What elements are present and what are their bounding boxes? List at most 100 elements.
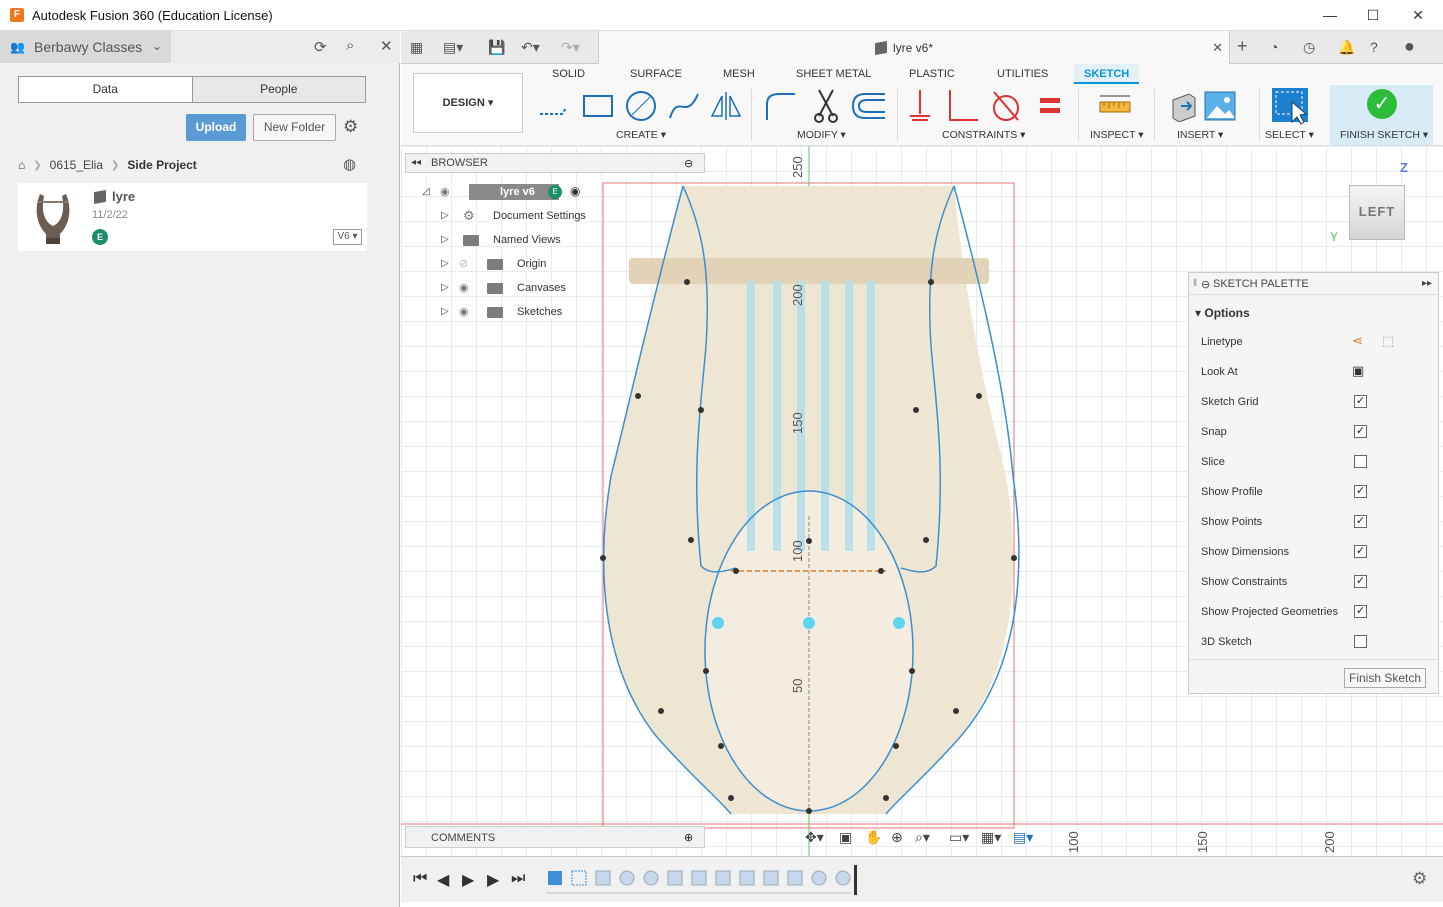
tab-utilities[interactable]: UTILITIES <box>997 68 1048 80</box>
collapse-icon[interactable]: ◂◂ <box>411 157 421 168</box>
tree-item-origin[interactable]: ▷ ⊘ Origin <box>441 255 601 275</box>
hidden-eye-icon[interactable]: ⊘ <box>459 257 468 270</box>
insert-derive-icon[interactable] <box>1172 93 1196 122</box>
home-icon[interactable]: ⌂ <box>18 158 25 172</box>
minimize-button[interactable]: — <box>1310 4 1350 26</box>
breadcrumb-folder[interactable]: Side Project <box>127 158 196 172</box>
step-forward-icon[interactable]: ▶ <box>487 870 499 890</box>
constraints-menu[interactable]: CONSTRAINTS ▾ <box>942 129 1025 141</box>
search-icon[interactable]: ⌕ <box>346 37 354 54</box>
team-selector[interactable]: 👥 Berbawy Classes ⌄ <box>0 31 171 63</box>
gear-icon[interactable]: ⚙ <box>1412 869 1427 889</box>
comments-panel[interactable]: COMMENTS ⊕ <box>405 826 705 848</box>
create-menu[interactable]: CREATE ▾ <box>616 129 666 141</box>
show-dimensions-checkbox[interactable]: ✓ <box>1354 545 1367 558</box>
insert-menu[interactable]: INSERT ▾ <box>1177 129 1223 141</box>
sketch-grid-checkbox[interactable]: ✓ <box>1354 395 1367 408</box>
select-tool-icon[interactable] <box>1270 86 1310 126</box>
avatar[interactable]: ● <box>1404 36 1415 57</box>
tab-people[interactable]: People <box>191 77 365 102</box>
refresh-icon[interactable]: ⟳ <box>314 38 327 56</box>
coincident-constraint-icon[interactable] <box>910 90 930 121</box>
tab-mesh[interactable]: MESH <box>723 68 755 80</box>
expand-triangle-icon[interactable]: ▷ <box>441 234 449 245</box>
new-folder-button[interactable]: New Folder <box>253 114 336 141</box>
rectangle-tool-icon[interactable] <box>583 95 613 117</box>
timeline-marker[interactable] <box>854 865 857 895</box>
mirror-tool-icon[interactable] <box>710 92 742 120</box>
gear-icon[interactable]: ⚙ <box>343 117 358 137</box>
show-constraints-checkbox[interactable]: ✓ <box>1354 575 1367 588</box>
plus-icon[interactable]: ⊕ <box>684 831 693 844</box>
sketch-palette-header[interactable]: ‖ ⊖ SKETCH PALETTE ▸▸ <box>1189 273 1438 295</box>
look-at-icon[interactable]: ▣ <box>1352 363 1364 379</box>
tree-root[interactable]: ◿ ◉ lyre v6 E ◉ <box>422 183 592 203</box>
workspace-switcher[interactable]: DESIGN ▾ <box>413 73 523 133</box>
fit-icon[interactable]: ⌕▾ <box>915 829 930 846</box>
job-status-icon[interactable]: ◷ <box>1303 39 1315 56</box>
offset-tool-icon[interactable] <box>851 93 885 119</box>
step-back-icon[interactable]: ◀ <box>437 870 449 890</box>
tree-item-canvases[interactable]: ▷ ◉ Canvases <box>441 279 601 299</box>
tab-surface[interactable]: SURFACE <box>630 68 682 80</box>
drag-handle-icon[interactable]: ‖ <box>1193 278 1197 289</box>
options-section[interactable]: ▾ Options <box>1195 306 1250 320</box>
centerline-linetype-icon[interactable]: ⬚ <box>1382 333 1394 349</box>
go-to-start-icon[interactable]: ⏮ <box>413 870 427 888</box>
visibility-eye-icon[interactable]: ◉ <box>459 281 469 294</box>
snap-checkbox[interactable]: ✓ <box>1354 425 1367 438</box>
activate-radio-icon[interactable]: ◉ <box>570 184 580 198</box>
orbit-icon[interactable]: ✥▾ <box>805 829 824 846</box>
show-profile-checkbox[interactable]: ✓ <box>1354 485 1367 498</box>
save-icon[interactable]: 💾 <box>488 39 505 56</box>
pan-icon[interactable]: ✋ <box>865 829 882 846</box>
breadcrumb-project[interactable]: 0615_Elia <box>50 158 103 172</box>
visibility-eye-icon[interactable]: ◉ <box>459 305 469 318</box>
equal-constraint-icon[interactable] <box>1040 98 1060 113</box>
select-menu[interactable]: SELECT ▾ <box>1265 129 1314 141</box>
show-points-checkbox[interactable]: ✓ <box>1354 515 1367 528</box>
browser-panel-header[interactable]: ◂◂ BROWSER ⊖ <box>405 153 705 173</box>
expand-triangle-icon[interactable]: ▷ <box>441 258 449 269</box>
tab-solid[interactable]: SOLID <box>552 68 585 80</box>
tab-plastic[interactable]: PLASTIC <box>909 68 955 80</box>
globe-icon[interactable]: ◍ <box>343 155 356 173</box>
show-projected-geometries-checkbox[interactable]: ✓ <box>1354 605 1367 618</box>
file-menu-icon[interactable]: ▤▾ <box>443 39 463 56</box>
minus-icon[interactable]: ⊖ <box>684 157 693 170</box>
tree-item-sketches[interactable]: ▷ ◉ Sketches <box>441 303 601 323</box>
new-tab-icon[interactable]: + <box>1237 36 1248 57</box>
canvas-feature-icon[interactable] <box>548 871 562 885</box>
inspect-menu[interactable]: INSPECT ▾ <box>1090 129 1144 141</box>
fillet-tool-icon[interactable] <box>766 93 795 120</box>
tab-sheet-metal[interactable]: SHEET METAL <box>796 68 871 80</box>
upload-button[interactable]: Upload <box>186 114 246 141</box>
insert-canvas-icon[interactable] <box>1204 91 1236 121</box>
modify-menu[interactable]: MODIFY ▾ <box>797 129 846 141</box>
play-icon[interactable]: ▶ <box>462 870 474 890</box>
viewcube[interactable]: LEFT <box>1349 185 1405 240</box>
visibility-eye-icon[interactable]: ◉ <box>440 185 450 198</box>
finish-sketch-menu[interactable]: FINISH SKETCH ▾ <box>1340 129 1428 141</box>
grid-settings-icon[interactable]: ▦▾ <box>981 829 1001 846</box>
viewports-icon[interactable]: ▤▾ <box>1013 829 1033 846</box>
line-tool-icon[interactable] <box>540 107 567 115</box>
sketch-feature-icon[interactable] <box>571 870 587 886</box>
finish-sketch-palette-button[interactable]: Finish Sketch <box>1344 668 1426 688</box>
close-tab-icon[interactable]: ✕ <box>1212 40 1223 56</box>
trim-tool-icon[interactable] <box>814 89 838 123</box>
expand-triangle-icon[interactable]: ▷ <box>441 282 449 293</box>
help-icon[interactable]: ? <box>1370 39 1378 55</box>
collapse-triangle-icon[interactable]: ◿ <box>422 186 430 197</box>
display-settings-icon[interactable]: ▭▾ <box>949 829 969 846</box>
tab-data[interactable]: Data <box>19 77 192 102</box>
extensions-icon[interactable]: ◔ <box>1270 39 1278 55</box>
slice-checkbox[interactable] <box>1354 455 1367 468</box>
maximize-button[interactable]: ☐ <box>1353 4 1393 26</box>
minus-icon[interactable]: ⊖ <box>1201 278 1210 291</box>
document-tab[interactable]: lyre v6* ✕ <box>598 31 1230 64</box>
expand-triangle-icon[interactable]: ▷ <box>441 210 449 221</box>
spline-tool-icon[interactable] <box>669 93 699 119</box>
close-icon[interactable]: ✕ <box>380 37 393 55</box>
file-card[interactable]: lyre 11/2/22 E V6 ▾ <box>18 183 367 251</box>
